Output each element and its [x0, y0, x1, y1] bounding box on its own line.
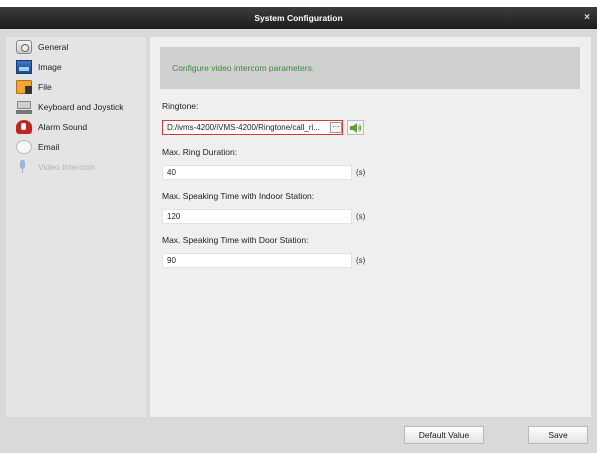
play-ringtone-button[interactable]	[347, 120, 364, 135]
default-value-button[interactable]: Default Value	[404, 426, 484, 444]
sidebar-item-image[interactable]: Image	[6, 57, 146, 77]
ringtone-path-field[interactable]: D:/ivms-4200/iVMS-4200/Ringtone/call_ri.…	[162, 120, 343, 135]
unit-seconds: (s)	[356, 168, 366, 177]
ringtone-label: Ringtone:	[162, 101, 199, 111]
sidebar-item-label: General	[38, 42, 69, 52]
email-icon	[16, 140, 32, 154]
intercom-icon	[16, 160, 32, 174]
sidebar-item-email[interactable]: Email	[6, 137, 146, 157]
max-speaking-indoor-label: Max. Speaking Time with Indoor Station:	[162, 191, 315, 201]
settings-panel: Configure video intercom parameters. Rin…	[150, 37, 591, 417]
ringtone-path-value: D:/ivms-4200/iVMS-4200/Ringtone/call_ri.…	[167, 123, 320, 132]
sidebar-item-keyboard[interactable]: Keyboard and Joystick	[6, 97, 146, 117]
sidebar: General Image File Keyboard and Joystick…	[6, 37, 146, 417]
sidebar-item-video-intercom[interactable]: Video Intercom	[6, 157, 146, 177]
sidebar-item-general[interactable]: General	[6, 37, 146, 57]
sidebar-item-label: Email	[38, 142, 60, 152]
title-bar: System Configuration ×	[0, 7, 597, 29]
save-button[interactable]: Save	[528, 426, 588, 444]
config-window: General Image File Keyboard and Joystick…	[0, 29, 597, 453]
max-speaking-indoor-input[interactable]	[162, 209, 352, 224]
file-icon	[16, 80, 32, 94]
general-icon	[16, 40, 32, 54]
sidebar-item-file[interactable]: File	[6, 77, 146, 97]
sidebar-item-label: File	[38, 82, 52, 92]
sidebar-item-label: Video Intercom	[38, 162, 96, 172]
sidebar-item-label: Keyboard and Joystick	[38, 102, 124, 112]
window-title: System Configuration	[254, 13, 343, 23]
max-ring-duration-input[interactable]	[162, 165, 352, 180]
max-speaking-door-label: Max. Speaking Time with Door Station:	[162, 235, 309, 245]
image-icon	[16, 60, 32, 74]
footer: Default Value Save	[6, 424, 591, 453]
unit-seconds: (s)	[356, 212, 366, 221]
sidebar-item-label: Alarm Sound	[38, 122, 88, 132]
max-ring-duration-label: Max. Ring Duration:	[162, 147, 238, 157]
sidebar-item-alarm-sound[interactable]: Alarm Sound	[6, 117, 146, 137]
speaker-icon	[350, 123, 362, 133]
alarm-sound-icon	[16, 120, 32, 134]
sidebar-item-label: Image	[38, 62, 62, 72]
max-speaking-door-input[interactable]	[162, 253, 352, 268]
close-icon[interactable]: ×	[584, 12, 590, 23]
browse-button[interactable]: ···	[330, 122, 342, 133]
unit-seconds: (s)	[356, 256, 366, 265]
info-banner: Configure video intercom parameters.	[160, 47, 580, 89]
keyboard-icon	[16, 100, 32, 114]
banner-text: Configure video intercom parameters.	[172, 63, 315, 73]
